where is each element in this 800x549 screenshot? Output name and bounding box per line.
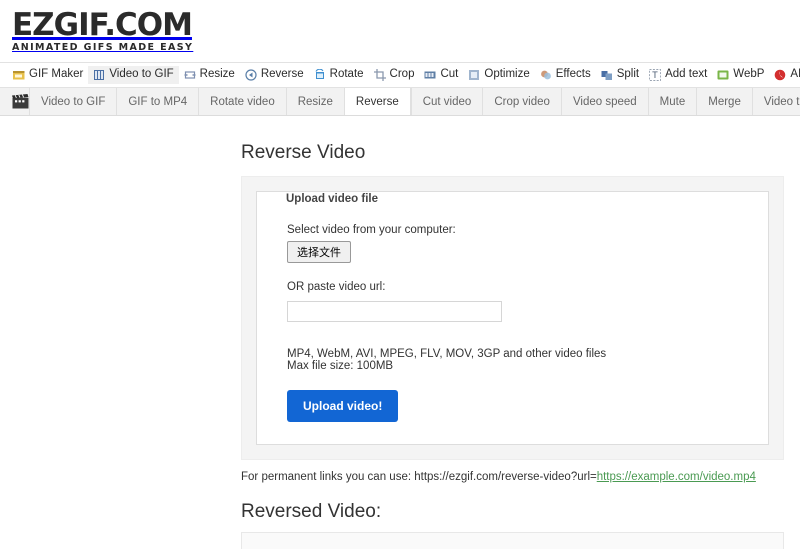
permalink-example-url[interactable]: https://example.com/video.mp4 (597, 471, 756, 483)
tab-label: Video to GIF (41, 95, 106, 108)
main-nav-item-label: Crop (389, 68, 415, 81)
main-nav-item-rotate[interactable]: Rotate (309, 66, 369, 84)
main-nav-item-label: Split (616, 68, 640, 81)
upload-panel: Upload video file Select video from your… (241, 176, 784, 460)
main-content: Reverse Video Upload video file Select v… (0, 142, 800, 549)
main-nav-item-label: Cut (440, 68, 459, 81)
main-nav-item-label: Video to GIF (109, 68, 174, 81)
tab-merge[interactable]: Merge (696, 88, 752, 115)
tab-video-to-gif[interactable]: Video to GIF (29, 88, 116, 115)
webp-icon (717, 69, 729, 81)
tab-gif-to-mp4[interactable]: GIF to MP4 (116, 88, 198, 115)
site-header: EZGIF.COM ANIMATED GIFS MADE EASY (0, 0, 800, 62)
max-filesize-hint: Max file size: 100MB (287, 360, 394, 372)
permalink-note: For permanent links you can use: https:/… (241, 471, 800, 483)
main-nav-item-label: Resize (199, 68, 235, 81)
tab-resize[interactable]: Resize (285, 88, 344, 115)
main-nav-item-label: GIF Maker (29, 68, 84, 81)
reversed-video-title: Reversed Video: (241, 501, 382, 522)
tab-label: Resize (297, 95, 333, 108)
logo-tagline: ANIMATED GIFS MADE EASY (12, 42, 194, 53)
tab-video-speed[interactable]: Video speed (560, 88, 648, 115)
add-text-icon: T (649, 69, 662, 81)
reverse-icon (245, 69, 257, 81)
tab-label: Video speed (572, 95, 637, 108)
site-logo[interactable]: EZGIF.COM ANIMATED GIFS MADE EASY (12, 10, 193, 53)
main-navigation: GIF Maker Video to GIF Resize Reverse Rotate… (0, 62, 800, 88)
tab-cut-video[interactable]: Cut video (410, 88, 483, 115)
gif-maker-icon (13, 69, 25, 81)
cut-icon (424, 69, 436, 81)
tab-label: GIF to MP4 (128, 95, 188, 108)
video-tools-tab-list: Video to GIF GIF to MP4 Rotate video Resize… (29, 88, 800, 115)
choose-file-button[interactable]: 选择文件 (287, 241, 351, 263)
main-nav-item-label: Add text (665, 68, 708, 81)
rotate-icon (314, 68, 326, 81)
page-title: Reverse Video (241, 142, 366, 163)
apng-icon (774, 69, 786, 81)
clapperboard-icon (12, 88, 29, 115)
tab-label: Reverse (355, 95, 399, 108)
tab-label: Video to JPG (763, 95, 800, 108)
resize-icon (184, 69, 196, 81)
file-select-label: Select video from your computer: (287, 224, 456, 236)
main-nav-item-crop[interactable]: Crop (369, 66, 420, 84)
main-nav-item-cut[interactable]: Cut (419, 66, 463, 84)
main-nav-item-optimize[interactable]: Optimize (463, 66, 534, 84)
crop-icon (373, 69, 386, 81)
tab-reverse[interactable]: Reverse (343, 88, 411, 115)
logo-text: EZGIF.COM (12, 7, 193, 43)
supported-formats-hint: MP4, WebM, AVI, MPEG, FLV, MOV, 3GP and … (287, 348, 607, 360)
split-icon (601, 69, 613, 81)
tab-label: Cut video (422, 95, 472, 108)
main-nav-item-label: APNG (790, 68, 800, 81)
main-nav-item-apng[interactable]: APNG (769, 66, 800, 84)
video-url-input[interactable] (287, 301, 502, 322)
main-nav-item-effects[interactable]: Effects (535, 66, 596, 84)
permalink-prefix: For permanent links you can use: https:/… (241, 471, 597, 483)
tab-mute[interactable]: Mute (647, 88, 697, 115)
tab-label: Rotate video (210, 95, 275, 108)
main-nav-item-label: Reverse (260, 68, 304, 81)
upload-video-button[interactable]: Upload video! (287, 390, 399, 422)
main-nav-item-webp[interactable]: WebP (712, 66, 769, 84)
tab-label: Merge (708, 95, 741, 108)
reversed-video-output (241, 532, 784, 549)
tab-video-to-jpg[interactable]: Video to JPG (751, 88, 800, 115)
optimize-icon (468, 69, 480, 81)
tab-rotate-video[interactable]: Rotate video (198, 88, 286, 115)
svg-text:T: T (651, 71, 658, 81)
main-nav-item-label: Rotate (329, 68, 364, 81)
tab-label: Crop video (494, 95, 550, 108)
main-nav-item-add-text[interactable]: T Add text (644, 66, 712, 84)
main-nav-item-label: Effects (555, 68, 591, 81)
film-strip-icon (93, 69, 105, 81)
effects-icon (540, 69, 552, 81)
upload-legend: Upload video file (281, 193, 384, 205)
video-tools-tabbar: Video to GIF GIF to MP4 Rotate video Resize… (0, 88, 800, 116)
upload-fieldset: Upload video file Select video from your… (256, 191, 769, 445)
main-nav-item-video-to-gif[interactable]: Video to GIF (88, 66, 179, 84)
main-nav-item-label: Optimize (484, 68, 530, 81)
main-nav-item-reverse[interactable]: Reverse (240, 66, 309, 84)
url-label: OR paste video url: (287, 281, 386, 293)
tab-label: Mute (659, 95, 686, 108)
tab-crop-video[interactable]: Crop video (482, 88, 561, 115)
main-nav-item-resize[interactable]: Resize (179, 66, 240, 84)
main-nav-item-gif-maker[interactable]: GIF Maker (8, 66, 88, 84)
main-nav-item-label: WebP (733, 68, 765, 81)
main-nav-item-split[interactable]: Split (596, 66, 644, 84)
